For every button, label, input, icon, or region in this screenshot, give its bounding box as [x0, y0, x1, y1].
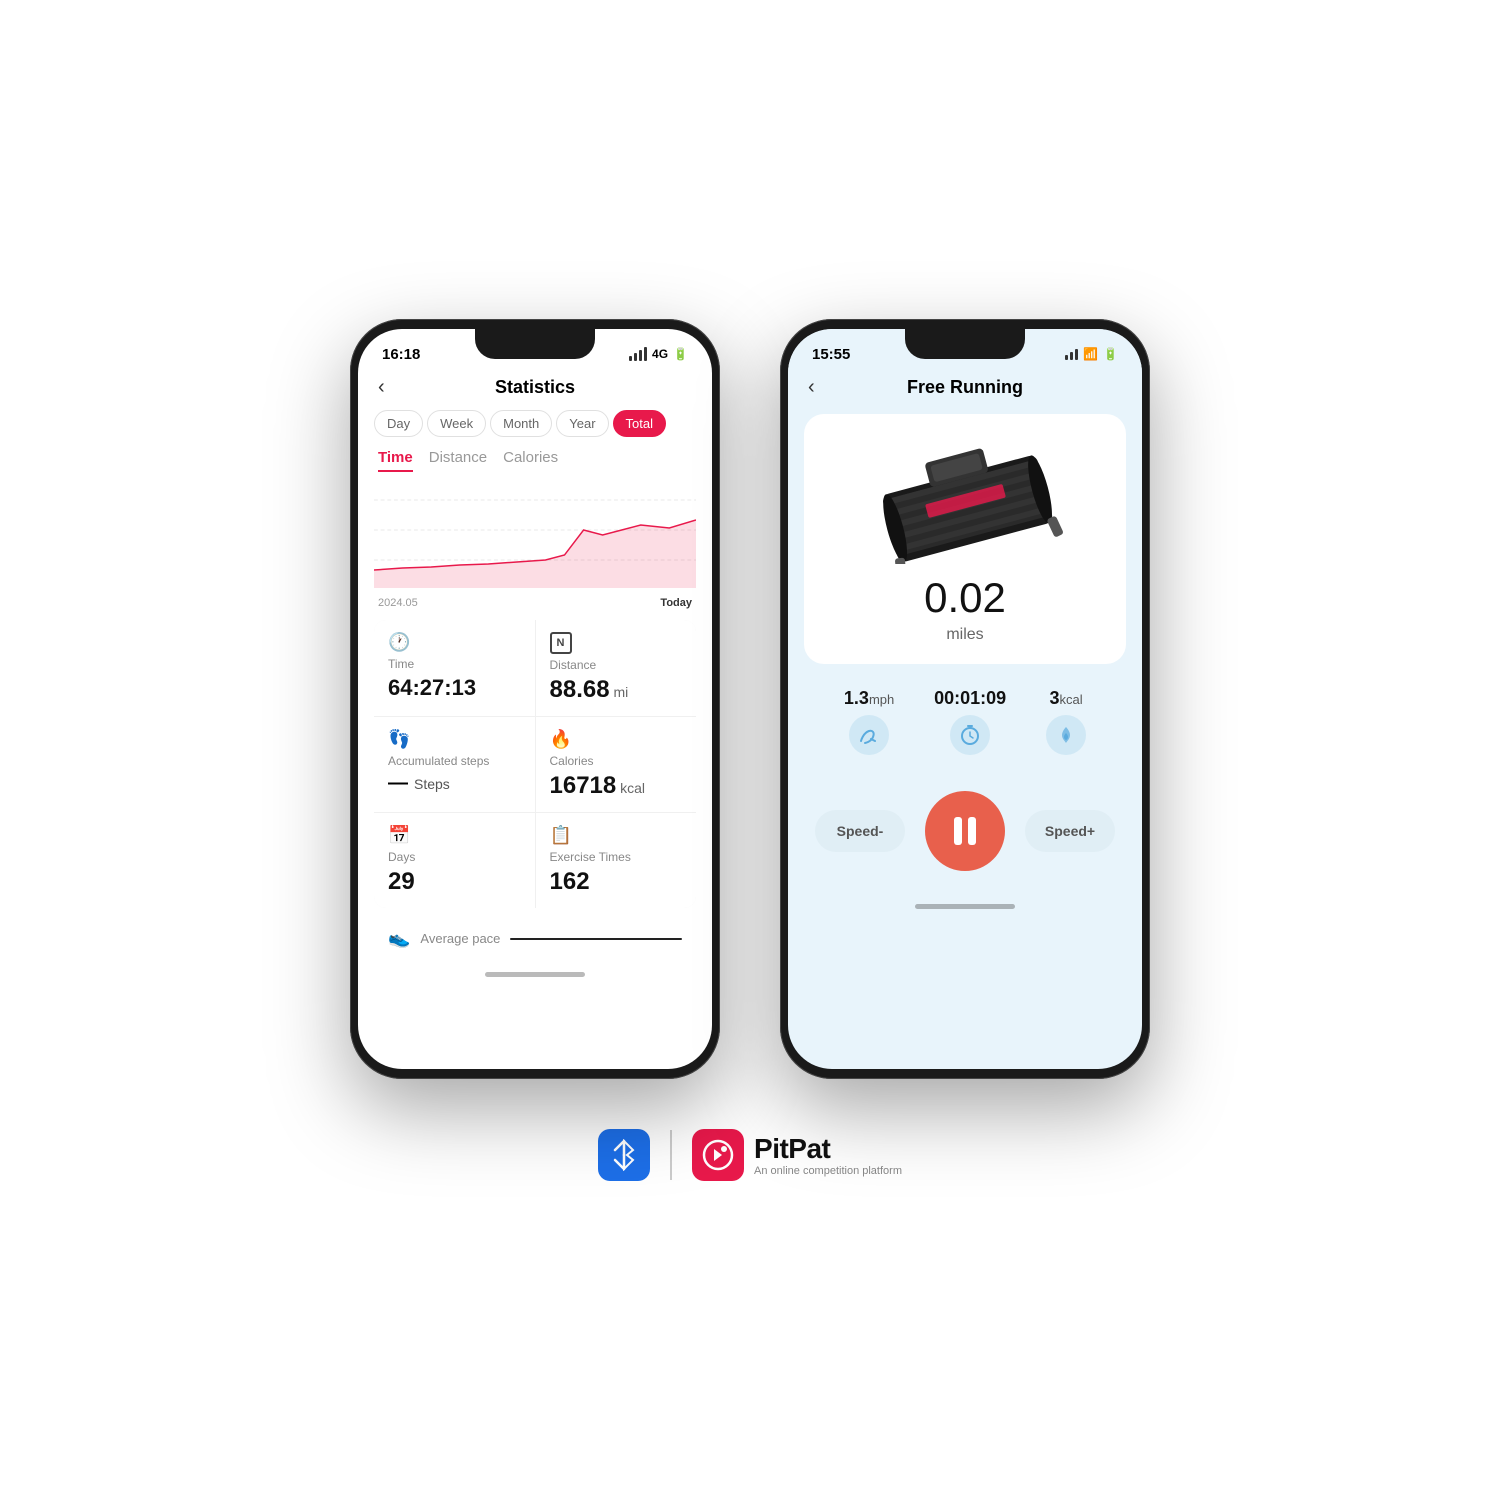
stat-steps-value-row: — Steps [388, 772, 521, 795]
pause-icon [954, 817, 976, 845]
run-time-icon [950, 715, 990, 755]
phones-container: 16:18 4G 🔋 ‹ Statistics [350, 319, 1150, 1079]
stat-distance-value: 88.68 mi [550, 676, 683, 704]
chart-area: 2024.05 Today [358, 480, 712, 610]
status-icons-left: 4G 🔋 [629, 347, 688, 361]
avg-pace-row: 👟 Average pace [358, 918, 712, 959]
stat-steps-label: Accumulated steps [388, 754, 521, 768]
speed-minus-button[interactable]: Speed- [815, 810, 905, 852]
back-button-right[interactable]: ‹ [808, 376, 815, 399]
pitpat-brand: PitPat An online competition platform [692, 1129, 902, 1181]
speed-plus-button[interactable]: Speed+ [1025, 810, 1115, 852]
run-stat-calories: 3kcal [1046, 688, 1086, 755]
chart-start-label: 2024.05 [378, 597, 418, 609]
stat-steps: 👣 Accumulated steps — Steps [374, 717, 535, 812]
days-icon: 📅 [388, 825, 521, 846]
tab-month[interactable]: Month [490, 410, 552, 437]
phone-left-screen: 16:18 4G 🔋 ‹ Statistics [358, 329, 712, 1069]
tab-time[interactable]: Time [378, 449, 413, 472]
speed-value: 1.3mph [844, 688, 894, 709]
distance-unit: miles [946, 626, 983, 644]
back-button-left[interactable]: ‹ [378, 376, 385, 399]
stat-exercise-label: Exercise Times [550, 850, 683, 864]
run-stat-speed: 1.3mph [844, 688, 894, 755]
run-stat-time: 00:01:09 [934, 688, 1006, 755]
branding-section: PitPat An online competition platform [598, 1129, 902, 1181]
running-header: ‹ Free Running [788, 373, 1142, 406]
pause-button[interactable] [925, 791, 1005, 871]
bluetooth-icon [598, 1129, 650, 1181]
exercise-times-icon: 📋 [550, 825, 683, 846]
metric-tabs: Time Distance Calories [358, 445, 712, 480]
tab-total[interactable]: Total [613, 410, 666, 437]
signal-right-icon [1065, 349, 1078, 360]
run-time-value: 00:01:09 [934, 688, 1006, 709]
pitpat-name: PitPat [754, 1133, 902, 1165]
notch-left [475, 329, 595, 359]
time-chart [374, 480, 696, 590]
stats-header: ‹ Statistics [358, 373, 712, 406]
pitpat-logo-icon [692, 1129, 744, 1181]
distance-icon: N [550, 632, 572, 654]
tab-week[interactable]: Week [427, 410, 486, 437]
avg-pace-icon: 👟 [388, 928, 410, 949]
stat-time-label: Time [388, 657, 521, 671]
status-icons-right: 📶 🔋 [1065, 347, 1118, 361]
home-indicator-left [358, 959, 712, 989]
signal-icon [629, 347, 647, 361]
running-controls: Speed- Speed+ [788, 771, 1142, 891]
tab-distance[interactable]: Distance [429, 449, 487, 472]
stat-days-value: 29 [388, 868, 521, 896]
battery-right-icon: 🔋 [1103, 347, 1118, 361]
phone-statistics: 16:18 4G 🔋 ‹ Statistics [350, 319, 720, 1079]
treadmill-card: 0.02 miles [804, 414, 1126, 664]
page-title-right: Free Running [907, 377, 1023, 398]
home-indicator-right [788, 891, 1142, 921]
stat-calories-value: 16718 kcal [550, 772, 683, 800]
branding-divider [670, 1130, 672, 1180]
phone-running: 15:55 📶 🔋 ‹ Free Running [780, 319, 1150, 1079]
run-calories-value: 3kcal [1049, 688, 1082, 709]
status-time-right: 15:55 [812, 346, 850, 363]
stats-grid: 🕐 Time 64:27:13 N Distance 88.68 mi 👣 Ac… [374, 620, 696, 908]
stat-exercise-value: 162 [550, 868, 683, 896]
page-title-left: Statistics [495, 377, 575, 398]
run-calories-icon [1046, 715, 1086, 755]
time-icon: 🕐 [388, 632, 521, 653]
steps-icon: 👣 [388, 729, 521, 750]
tab-day[interactable]: Day [374, 410, 423, 437]
avg-pace-label: Average pace [420, 931, 500, 946]
speed-icon [849, 715, 889, 755]
tab-calories[interactable]: Calories [503, 449, 558, 472]
notch-right [905, 329, 1025, 359]
battery-label: 🔋 [673, 347, 688, 361]
stat-distance: N Distance 88.68 mi [536, 620, 697, 716]
stat-calories-label: Calories [550, 754, 683, 768]
stat-days: 📅 Days 29 [374, 813, 535, 908]
running-stats-row: 1.3mph 00:01:09 [804, 672, 1126, 771]
calories-icon: 🔥 [550, 729, 683, 750]
avg-pace-line [510, 938, 682, 940]
stat-time: 🕐 Time 64:27:13 [374, 620, 535, 716]
stat-calories: 🔥 Calories 16718 kcal [536, 717, 697, 812]
steps-dash: — [388, 772, 408, 795]
tab-year[interactable]: Year [556, 410, 608, 437]
treadmill-image [865, 434, 1065, 564]
stat-days-label: Days [388, 850, 521, 864]
phone-right-screen: 15:55 📶 🔋 ‹ Free Running [788, 329, 1142, 1069]
period-tabs: Day Week Month Year Total [358, 406, 712, 445]
wifi-icon: 📶 [1083, 347, 1098, 361]
pitpat-text: PitPat An online competition platform [754, 1133, 902, 1177]
stat-time-value: 64:27:13 [388, 675, 521, 701]
chart-labels: 2024.05 Today [374, 595, 696, 611]
pitpat-subtitle: An online competition platform [754, 1165, 902, 1177]
network-label: 4G [652, 347, 668, 361]
steps-unit: Steps [414, 776, 450, 792]
stat-exercise-times: 📋 Exercise Times 162 [536, 813, 697, 908]
treadmill-svg [865, 434, 1065, 564]
stat-distance-label: Distance [550, 658, 683, 672]
distance-value: 0.02 [924, 574, 1006, 622]
chart-end-label: Today [660, 597, 692, 609]
status-time-left: 16:18 [382, 346, 420, 363]
